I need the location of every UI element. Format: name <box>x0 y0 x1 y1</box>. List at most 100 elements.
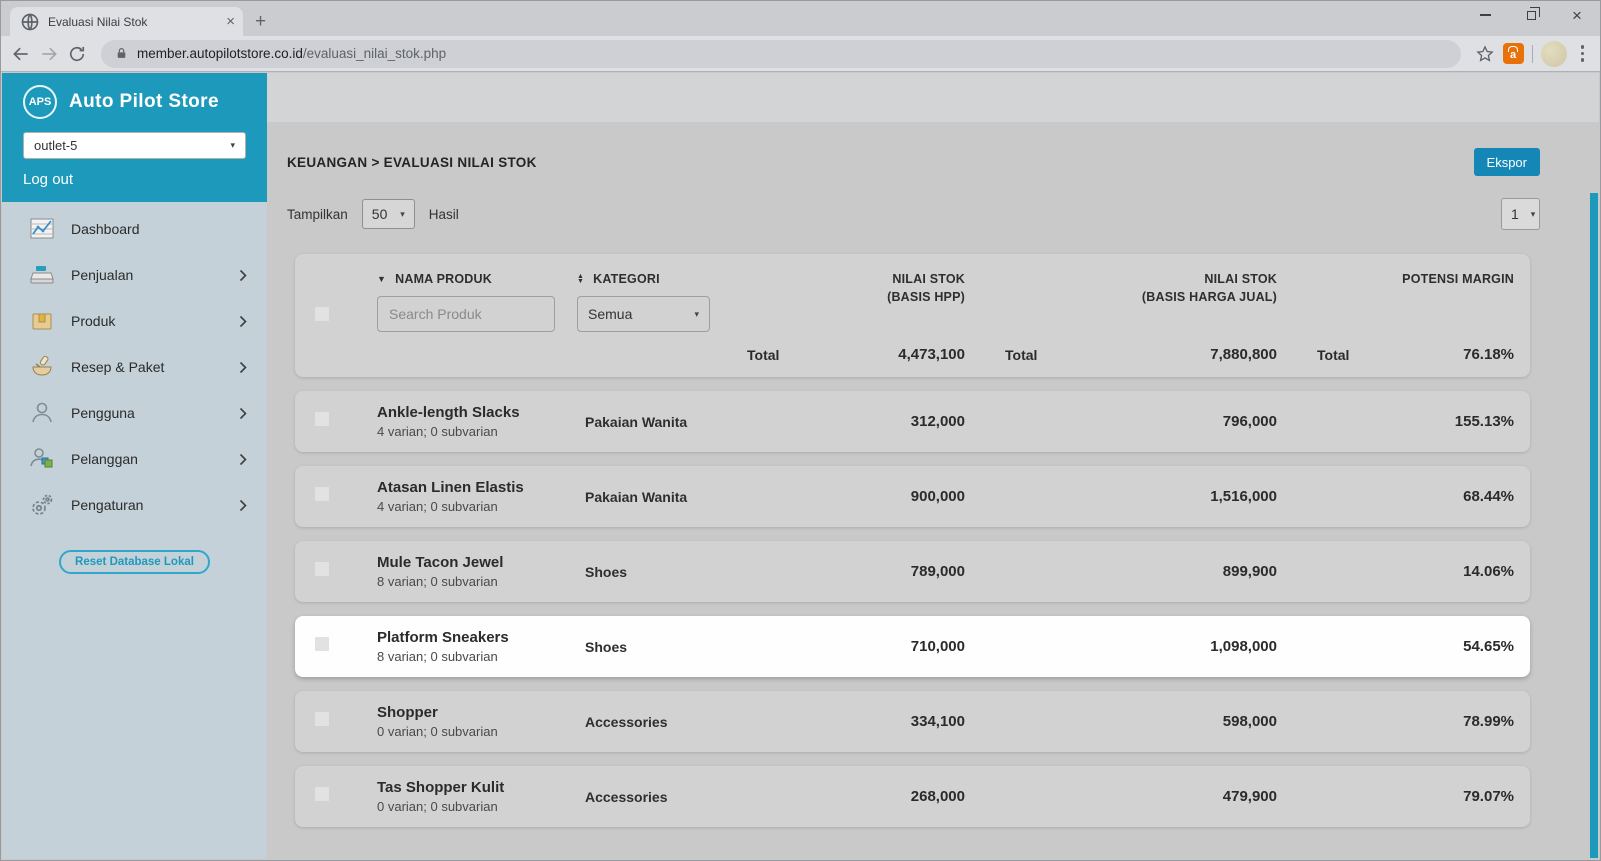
row-checkbox[interactable] <box>315 712 329 726</box>
page-number-select[interactable]: 1 ▾ <box>1501 198 1540 230</box>
product-variants: 8 varian; 0 subvarian <box>377 649 577 664</box>
lock-icon <box>115 47 128 60</box>
product-name: Mule Tacon Jewel <box>377 554 577 571</box>
globe-favicon-icon <box>20 12 40 32</box>
column-header-nama-produk[interactable]: ▼ NAMA PRODUK <box>377 270 577 288</box>
product-category: Accessories <box>577 714 747 730</box>
total-jual-value: 7,880,800 <box>1210 346 1277 363</box>
select-all-checkbox[interactable] <box>315 307 329 321</box>
profile-avatar[interactable] <box>1541 41 1567 67</box>
column-header-kategori[interactable]: ▲▼ KATEGORI <box>577 270 747 288</box>
gear-icon <box>28 491 56 519</box>
page-top-band <box>267 73 1599 122</box>
browser-menu-icon[interactable] <box>1575 45 1591 62</box>
user-icon <box>28 399 56 427</box>
search-produk-input[interactable] <box>377 296 555 332</box>
chevron-right-icon <box>239 315 247 328</box>
product-category: Pakaian Wanita <box>577 414 747 430</box>
tab-close-icon[interactable]: × <box>226 14 235 29</box>
sort-icon: ▲▼ <box>577 274 584 285</box>
product-name: Tas Shopper Kulit <box>377 779 577 796</box>
product-variants: 4 varian; 0 subvarian <box>377 499 577 514</box>
product-variants: 4 varian; 0 subvarian <box>377 424 577 439</box>
stock-value-jual: 796,000 <box>965 413 1277 430</box>
sidebar-item-label: Pengaturan <box>71 497 143 513</box>
table-row[interactable]: Ankle-length Slacks 4 varian; 0 subvaria… <box>295 391 1530 452</box>
close-button[interactable]: × <box>1554 1 1600 29</box>
stock-value-hpp: 334,100 <box>747 713 965 730</box>
margin-value: 14.06% <box>1277 563 1514 580</box>
forward-icon[interactable] <box>39 44 59 64</box>
minimize-button[interactable] <box>1462 1 1508 29</box>
sidebar-item-pelanggan[interactable]: Pelanggan <box>2 436 267 482</box>
table-header: ▼ NAMA PRODUK ▲▼ KATEGORI <box>295 254 1530 377</box>
reset-database-button[interactable]: Reset Database Lokal <box>59 550 210 574</box>
brand: APS Auto Pilot Store <box>23 85 246 119</box>
sidebar-item-label: Pengguna <box>71 405 135 421</box>
url-bar[interactable]: member.autopilotstore.co.id/evaluasi_nil… <box>101 40 1461 68</box>
stock-value-hpp: 789,000 <box>747 563 965 580</box>
sidebar-item-label: Produk <box>71 313 115 329</box>
stock-value-hpp: 900,000 <box>747 488 965 505</box>
sidebar-item-label: Resep & Paket <box>71 359 164 375</box>
browser-tab[interactable]: Evaluasi Nilai Stok × <box>10 7 243 36</box>
stock-value-jual: 1,516,000 <box>965 488 1277 505</box>
reload-icon[interactable] <box>67 44 87 64</box>
product-name: Shopper <box>377 704 577 721</box>
chevron-right-icon <box>239 453 247 466</box>
chevron-right-icon <box>239 269 247 282</box>
total-margin-value: 76.18% <box>1463 346 1514 363</box>
product-variants: 8 varian; 0 subvarian <box>377 574 577 589</box>
table-row[interactable]: Tas Shopper Kulit 0 varian; 0 subvarian … <box>295 766 1530 827</box>
product-variants: 0 varian; 0 subvarian <box>377 724 577 739</box>
stock-table: ▼ NAMA PRODUK ▲▼ KATEGORI <box>295 254 1530 827</box>
sidebar-item-label: Dashboard <box>71 221 140 237</box>
sidebar-item-pengguna[interactable]: Pengguna <box>2 390 267 436</box>
stock-value-jual: 1,098,000 <box>965 638 1277 655</box>
table-row[interactable]: Mule Tacon Jewel 8 varian; 0 subvarian S… <box>295 541 1530 602</box>
sidebar-item-label: Penjualan <box>71 267 133 283</box>
row-checkbox[interactable] <box>315 412 329 426</box>
sidebar-menu: Dashboard Penjualan Produk <box>2 202 267 528</box>
product-category: Accessories <box>577 789 747 805</box>
table-row-highlighted[interactable]: Platform Sneakers 8 varian; 0 subvarian … <box>295 616 1530 677</box>
sidebar-item-dashboard[interactable]: Dashboard <box>2 206 267 252</box>
page-scrollbar[interactable] <box>1590 193 1598 858</box>
category-filter-select[interactable]: Semua ▾ <box>577 296 710 332</box>
margin-value: 78.99% <box>1277 713 1514 730</box>
export-button[interactable]: Ekspor <box>1474 148 1540 176</box>
restore-button[interactable] <box>1508 1 1554 29</box>
chevron-right-icon <box>239 361 247 374</box>
bookmark-star-icon[interactable] <box>1475 44 1495 64</box>
new-tab-button[interactable]: + <box>255 12 266 31</box>
sidebar-item-pengaturan[interactable]: Pengaturan <box>2 482 267 528</box>
page-number-value: 1 <box>1511 206 1519 222</box>
row-checkbox[interactable] <box>315 787 329 801</box>
back-icon[interactable] <box>11 44 31 64</box>
customer-icon <box>28 445 56 473</box>
sidebar-item-resep-paket[interactable]: Resep & Paket <box>2 344 267 390</box>
table-row[interactable]: Atasan Linen Elastis 4 varian; 0 subvari… <box>295 466 1530 527</box>
extension-icon[interactable]: a <box>1503 43 1524 64</box>
table-row[interactable]: Shopper 0 varian; 0 subvarian Accessorie… <box>295 691 1530 752</box>
row-checkbox[interactable] <box>315 487 329 501</box>
sidebar-item-penjualan[interactable]: Penjualan <box>2 252 267 298</box>
chevron-right-icon <box>239 407 247 420</box>
cash-register-icon <box>28 261 56 289</box>
margin-value: 68.44% <box>1277 488 1514 505</box>
row-checkbox[interactable] <box>315 637 329 651</box>
stock-value-jual: 899,900 <box>965 563 1277 580</box>
stock-value-hpp: 312,000 <box>747 413 965 430</box>
outlet-select-value: outlet-5 <box>34 138 77 153</box>
sidebar: APS Auto Pilot Store outlet-5 ▾ Log out … <box>2 73 267 859</box>
total-hpp-value: 4,473,100 <box>898 346 965 363</box>
chevron-down-icon: ▾ <box>400 209 405 220</box>
margin-value: 54.65% <box>1277 638 1514 655</box>
sidebar-item-produk[interactable]: Produk <box>2 298 267 344</box>
product-variants: 0 varian; 0 subvarian <box>377 799 577 814</box>
product-category: Pakaian Wanita <box>577 489 747 505</box>
logout-link[interactable]: Log out <box>23 171 73 188</box>
page-size-select[interactable]: 50 ▾ <box>362 199 415 229</box>
outlet-select[interactable]: outlet-5 ▾ <box>23 132 246 159</box>
row-checkbox[interactable] <box>315 562 329 576</box>
